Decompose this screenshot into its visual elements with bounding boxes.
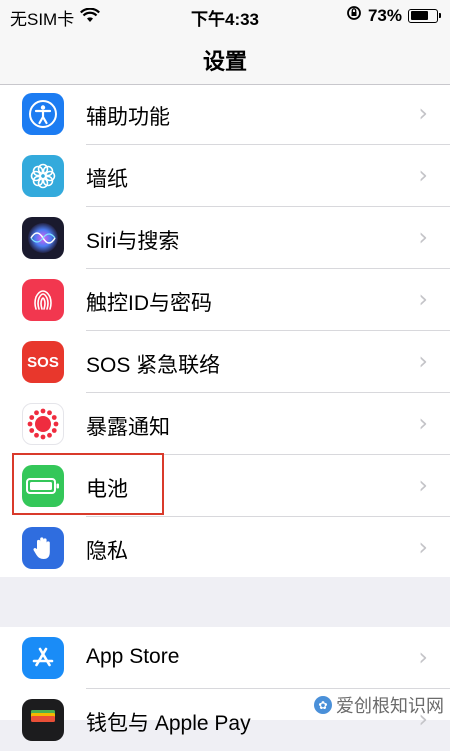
siri-icon (22, 217, 64, 259)
wallpaper-flower-icon (22, 155, 64, 197)
battery-percent: 73% (367, 5, 402, 25)
row-label: 隐私 (86, 540, 128, 563)
watermark-text: 爱创根知识网 (336, 696, 444, 716)
row-label: 辅助功能 (86, 106, 170, 129)
row-battery[interactable]: 电池 › (0, 455, 450, 517)
chevron-right-icon: › (418, 471, 428, 499)
chevron-right-icon: › (418, 533, 428, 561)
row-label: SOS 紧急联络 (86, 354, 221, 377)
row-touch-id[interactable]: 触控ID与密码 › (0, 269, 450, 331)
row-sos[interactable]: SOS SOS 紧急联络 › (0, 331, 450, 393)
watermark-logo-icon: ✿ (314, 696, 332, 714)
watermark: ✿ 爱创根知识网 (314, 692, 444, 718)
sos-icon: SOS (22, 341, 64, 383)
row-label: 电池 (86, 478, 128, 501)
row-privacy[interactable]: 隐私 › (0, 517, 450, 579)
row-exposure-notifications[interactable]: 暴露通知 › (0, 393, 450, 455)
chevron-right-icon: › (418, 643, 428, 671)
accessibility-icon (22, 93, 64, 135)
fingerprint-icon (22, 279, 64, 321)
row-label: 钱包与 Apple Pay (86, 712, 251, 735)
chevron-right-icon: › (418, 223, 428, 251)
row-app-store[interactable]: App Store › (0, 627, 450, 689)
battery-icon (22, 465, 64, 507)
status-bar: 无SIM卡 下午4:33 73% (0, 0, 450, 30)
row-label: 触控ID与密码 (86, 292, 212, 315)
page-title: 设置 (202, 49, 247, 74)
app-store-icon (22, 637, 64, 679)
row-label: App Store (86, 645, 180, 668)
chevron-right-icon: › (418, 409, 428, 437)
chevron-right-icon: › (418, 161, 428, 189)
row-label: Siri与搜索 (86, 230, 180, 253)
wallet-icon (22, 699, 64, 741)
sos-icon-text: SOS (27, 353, 59, 371)
row-wallpaper[interactable]: 墙纸 › (0, 145, 450, 207)
status-right: 73% (346, 5, 441, 26)
settings-group-1: 辅助功能 › 墙纸 › Siri与搜索 › 触控ID与密码 › SOS SOS … (0, 85, 450, 577)
row-label: 暴露通知 (86, 416, 170, 439)
chevron-right-icon: › (418, 99, 428, 127)
orientation-lock-icon (346, 5, 362, 26)
exposure-notification-icon (22, 403, 64, 445)
chevron-right-icon: › (418, 285, 428, 313)
row-accessibility[interactable]: 辅助功能 › (0, 83, 450, 145)
battery-status-icon (408, 8, 441, 23)
chevron-right-icon: › (418, 347, 428, 375)
privacy-hand-icon (22, 527, 64, 569)
row-siri[interactable]: Siri与搜索 › (0, 207, 450, 269)
navigation-bar: 设置 (0, 30, 450, 85)
row-label: 墙纸 (86, 168, 128, 191)
